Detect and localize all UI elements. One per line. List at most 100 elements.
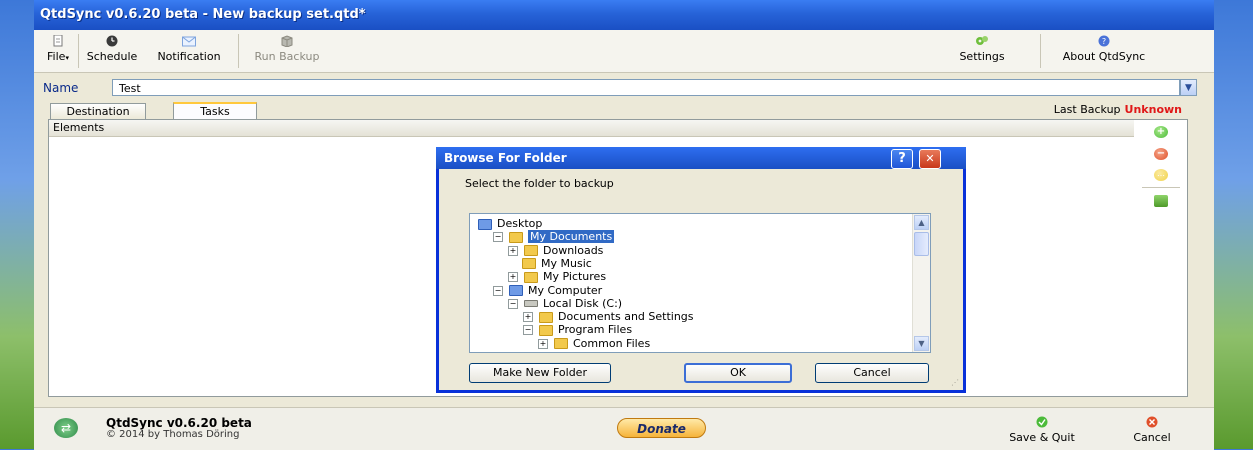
tab-tasks[interactable]: Tasks <box>173 102 257 120</box>
app-name: QtdSync v0.6.20 beta <box>106 416 252 430</box>
cancel-x-icon <box>1146 416 1158 428</box>
scroll-down-button[interactable]: ▼ <box>914 336 929 351</box>
tree-row[interactable]: + My Pictures <box>508 270 606 283</box>
run-element-button[interactable] <box>1154 195 1168 207</box>
help-icon: ? <box>1098 35 1110 47</box>
toolbar-separator <box>1040 34 1041 68</box>
name-label: Name <box>43 81 79 95</box>
scroll-up-button[interactable]: ▲ <box>914 215 929 230</box>
chevron-down-icon: ▼ <box>918 339 925 348</box>
tree-row[interactable]: + Downloads <box>508 244 603 257</box>
tree-row-label: My Documents <box>528 230 615 244</box>
dialog-title: Browse For Folder <box>444 151 567 165</box>
checkmark-icon <box>1036 416 1048 428</box>
donate-label: Donate <box>637 422 686 436</box>
chevron-up-icon: ▲ <box>918 218 925 227</box>
name-value: Test <box>119 82 141 95</box>
name-dropdown-button[interactable]: ▼ <box>1180 79 1197 96</box>
folder-icon <box>539 311 553 323</box>
main-toolbar: File▾ Schedule Notification Run Backup S… <box>34 30 1214 73</box>
tree-row[interactable]: My Music <box>508 257 592 270</box>
schedule-button[interactable]: Schedule <box>86 33 138 69</box>
folder-icon <box>554 338 568 350</box>
tree-row-label: My Computer <box>528 283 603 297</box>
dialog-title-bar[interactable]: Browse For Folder <box>436 147 966 169</box>
tree-row[interactable]: − Program Files <box>523 323 632 336</box>
save-quit-button[interactable]: Save & Quit <box>1006 414 1078 450</box>
sync-arrows-icon: ⇄ <box>60 421 72 435</box>
status-bar: ⇄ QtdSync v0.6.20 beta © 2014 by Thomas … <box>34 407 1214 450</box>
tree-row[interactable]: + Common Files <box>538 337 650 350</box>
expand-icon[interactable]: + <box>508 245 518 256</box>
name-row: Name Test ▼ <box>40 78 1214 98</box>
cancel-label: Cancel <box>853 366 891 379</box>
collapse-icon[interactable]: − <box>493 285 503 296</box>
tab-destination-label: Destination <box>66 105 130 118</box>
add-element-button[interactable]: + <box>1154 126 1168 138</box>
file-menu-button[interactable]: File▾ <box>42 33 74 69</box>
donate-button[interactable]: Donate <box>617 418 706 438</box>
local-disk-icon <box>524 300 538 308</box>
folder-tree[interactable]: Desktop − My Documents + Downloads My Music + M… <box>469 213 931 353</box>
remove-element-button[interactable]: − <box>1154 148 1168 160</box>
dialog-cancel-button[interactable]: Cancel <box>815 363 929 383</box>
plus-icon: + <box>1156 126 1166 137</box>
collapse-icon[interactable]: − <box>493 232 503 243</box>
tree-row[interactable]: − My Computer <box>493 284 602 297</box>
box-icon <box>281 35 293 47</box>
make-new-folder-button[interactable]: Make New Folder <box>469 363 611 383</box>
cancel-app-label: Cancel <box>1133 431 1171 444</box>
collapse-icon[interactable]: − <box>523 325 533 336</box>
browse-folder-dialog: Browse For Folder ? ✕ Select the folder … <box>436 147 966 393</box>
help-icon: ? <box>898 151 906 166</box>
tree-row[interactable]: − Local Disk (C:) <box>508 297 622 310</box>
qtdsync-window: QtdSync v0.6.20 beta - New backup set.qt… <box>34 0 1214 450</box>
tree-row-label: Desktop <box>497 217 543 230</box>
settings-gears-icon <box>976 36 988 45</box>
tree-scrollbar[interactable]: ▲ ▼ <box>912 214 930 352</box>
desktop-icon <box>478 218 492 230</box>
schedule-label: Schedule <box>86 50 138 63</box>
scroll-thumb[interactable] <box>914 232 929 256</box>
make-new-folder-label: Make New Folder <box>493 366 587 379</box>
tree-row[interactable]: Desktop <box>478 217 542 230</box>
expand-icon[interactable]: + <box>538 338 548 349</box>
close-icon: ✕ <box>925 152 935 165</box>
toolbar-separator <box>78 34 79 68</box>
about-label: About QtdSync <box>1062 50 1146 63</box>
tree-row-label: My Pictures <box>543 270 607 284</box>
resize-grip[interactable]: ⋰ <box>951 378 961 388</box>
name-combobox[interactable]: Test <box>112 79 1180 96</box>
run-backup-button[interactable]: Run Backup <box>246 33 328 69</box>
notification-button[interactable]: Notification <box>148 33 230 69</box>
window-title-bar[interactable]: QtdSync v0.6.20 beta - New backup set.qt… <box>34 0 1214 30</box>
toolbar-separator <box>238 34 239 68</box>
element-actions-panel: + − … <box>1134 119 1188 397</box>
folder-icon <box>539 324 553 336</box>
collapse-icon[interactable]: − <box>508 298 518 309</box>
tree-row[interactable]: + Documents and Settings <box>523 310 694 323</box>
svg-text:?: ? <box>1102 37 1106 46</box>
about-button[interactable]: ? About QtdSync <box>1054 33 1154 69</box>
dialog-help-button[interactable]: ? <box>891 149 913 169</box>
my-music-icon <box>522 258 536 270</box>
tree-row[interactable]: − My Documents <box>493 230 615 244</box>
minus-icon: − <box>1156 148 1166 159</box>
edit-element-button[interactable]: … <box>1154 169 1168 181</box>
my-pictures-icon <box>524 271 538 283</box>
dialog-close-button[interactable]: ✕ <box>919 149 941 169</box>
window-title: QtdSync v0.6.20 beta - New backup set.qt… <box>40 7 366 22</box>
expand-icon[interactable]: + <box>523 312 533 323</box>
tree-row-label: Common Files <box>573 336 651 350</box>
save-quit-label: Save & Quit <box>1009 431 1075 444</box>
settings-button[interactable]: Settings <box>952 33 1012 69</box>
my-computer-icon <box>509 285 523 296</box>
tree-row-label: Documents and Settings <box>558 310 694 324</box>
last-backup-value: Unknown <box>1124 103 1182 116</box>
expand-icon[interactable]: + <box>508 272 518 283</box>
cancel-app-button[interactable]: Cancel <box>1126 414 1178 450</box>
dialog-ok-button[interactable]: OK <box>684 363 792 383</box>
tab-tasks-label: Tasks <box>200 105 230 118</box>
tab-destination[interactable]: Destination <box>50 103 146 119</box>
